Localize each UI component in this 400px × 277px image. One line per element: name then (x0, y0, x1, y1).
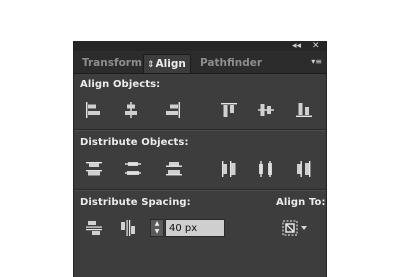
tab-pathfinder[interactable]: Pathfinder (200, 54, 262, 73)
vertical-align-center-icon[interactable] (256, 100, 276, 120)
vertical-distribute-center-icon[interactable] (123, 159, 143, 179)
stepper-down-icon[interactable]: ▼ (151, 228, 163, 236)
distribute-spacing-label: Distribute Spacing: (80, 197, 191, 208)
tab-align[interactable]: ⇕Align (143, 54, 191, 73)
align-to-key-object-icon (282, 220, 307, 236)
panel-menu-icon[interactable]: ▾≡ (311, 57, 322, 67)
horizontal-align-center-icon[interactable] (121, 100, 141, 120)
horizontal-distribute-center-icon[interactable] (256, 159, 276, 179)
tab-align-label: Align (155, 58, 186, 70)
vertical-align-bottom-icon[interactable] (294, 100, 314, 120)
horizontal-distribute-space-icon[interactable] (118, 218, 138, 238)
tab-pathfinder-label: Pathfinder (200, 57, 263, 69)
distribute-objects-label: Distribute Objects: (80, 137, 189, 148)
align-to-dropdown[interactable] (280, 218, 310, 238)
align-objects-label: Align Objects: (80, 79, 161, 90)
section-divider (74, 189, 326, 191)
vertical-distribute-bottom-icon[interactable] (164, 159, 184, 179)
horizontal-align-right-icon[interactable] (163, 100, 183, 120)
panel-title-bar[interactable]: ◂◂ ✕ (74, 41, 326, 51)
vertical-distribute-top-icon[interactable] (84, 159, 104, 179)
stepper-up-icon[interactable]: ▲ (151, 220, 163, 228)
tab-options-caret-icon: ⇕ (147, 60, 155, 70)
distribute-spacing-control: ▲ ▼ (150, 219, 232, 237)
panel-tab-bar: Transform ⇕Align Pathfinder ▾≡ (74, 51, 326, 74)
horizontal-align-left-icon[interactable] (83, 100, 103, 120)
align-panel: ◂◂ ✕ Transform ⇕Align Pathfinder ▾≡ Alig… (73, 41, 327, 277)
vertical-distribute-space-icon[interactable] (84, 218, 104, 238)
horizontal-distribute-left-icon[interactable] (219, 159, 239, 179)
horizontal-distribute-right-icon[interactable] (294, 159, 314, 179)
section-divider (74, 129, 326, 131)
distribute-spacing-input[interactable] (165, 219, 225, 237)
tab-transform-label: Transform (82, 57, 142, 69)
align-to-label: Align To: (276, 197, 326, 208)
spacing-stepper[interactable]: ▲ ▼ (150, 219, 164, 237)
vertical-align-top-icon[interactable] (219, 100, 239, 120)
tab-transform[interactable]: Transform (82, 54, 142, 73)
